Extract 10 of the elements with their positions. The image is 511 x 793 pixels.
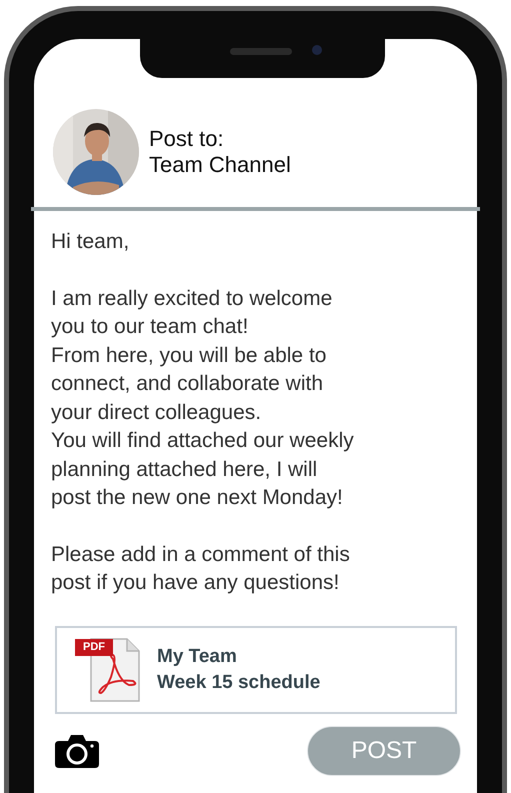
attachment-card[interactable]: PDF My Team Week 15 schedule <box>55 626 457 714</box>
channel-name: Team Channel <box>149 152 291 178</box>
message-text: I am really excited to welcome you to our team chat! From here, you will be able to connect, and collaborate with your direct colleagues. You will find attached our weekly planning attached here, I will post the new one next Monday! <box>51 286 355 511</box>
attachment-subtitle: Week 15 schedule <box>157 670 320 694</box>
message-text: Hi team, <box>51 229 130 255</box>
attachment-title: My Team <box>157 644 238 668</box>
post-to-label: Post to: <box>149 126 225 152</box>
camera-icon[interactable] <box>55 734 99 768</box>
pdf-label: PDF <box>75 638 113 656</box>
message-text: Please add in a comment of this post if you have any questions! <box>51 542 351 596</box>
